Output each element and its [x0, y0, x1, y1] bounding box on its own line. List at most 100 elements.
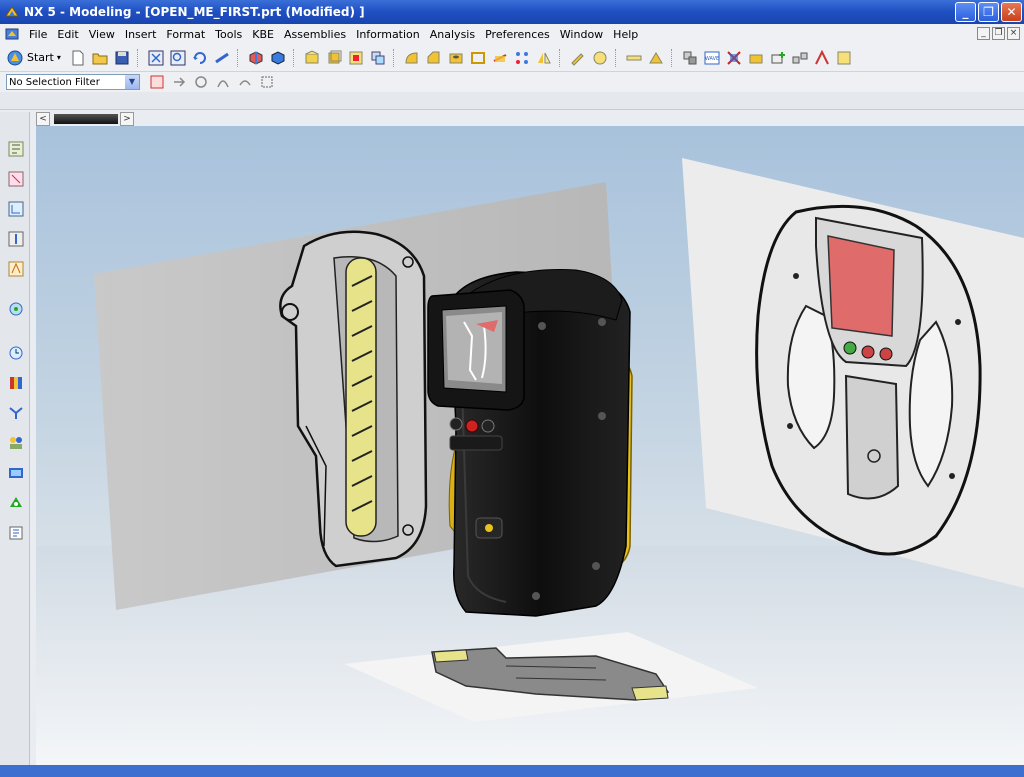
show-hide-icon[interactable]: [192, 73, 210, 91]
active-part-tab[interactable]: [54, 114, 118, 124]
save-icon[interactable]: [113, 49, 131, 67]
menu-file[interactable]: File: [24, 28, 52, 41]
edit-feature-icon[interactable]: [569, 49, 587, 67]
svg-text:WAVE: WAVE: [705, 56, 719, 62]
exploded-view-icon[interactable]: [791, 49, 809, 67]
selection-filter-dropdown[interactable]: No Selection Filter ▼: [6, 74, 140, 90]
measure-distance-icon[interactable]: [625, 49, 643, 67]
roles-icon[interactable]: [7, 434, 25, 452]
menu-information[interactable]: Information: [351, 28, 425, 41]
menu-window[interactable]: Window: [555, 28, 608, 41]
start-button[interactable]: Start ▾: [6, 49, 61, 67]
menu-edit[interactable]: Edit: [52, 28, 83, 41]
close-button[interactable]: ✕: [1001, 2, 1022, 22]
device-3d-model[interactable]: [427, 269, 633, 617]
doc-restore-button[interactable]: ❐: [992, 27, 1005, 40]
resource-bar: [0, 112, 30, 765]
title-bar: NX 5 - Modeling - [OPEN_ME_FIRST.prt (Mo…: [0, 0, 1024, 24]
toolbar-separator: [292, 48, 299, 67]
start-label: Start: [27, 51, 54, 64]
extrude-icon[interactable]: [325, 49, 343, 67]
toolbar-separator: [670, 48, 677, 67]
pattern-icon[interactable]: [513, 49, 531, 67]
reuse-library-icon[interactable]: [7, 230, 25, 248]
menu-preferences[interactable]: Preferences: [480, 28, 555, 41]
window-title: NX 5 - Modeling - [OPEN_ME_FIRST.prt (Mo…: [24, 5, 365, 19]
snap-point-icon[interactable]: [214, 73, 232, 91]
menu-analysis[interactable]: Analysis: [425, 28, 480, 41]
toolbar-separator: [614, 48, 621, 67]
doc-minimize-button[interactable]: _: [977, 27, 990, 40]
fit-icon[interactable]: [147, 49, 165, 67]
status-bar: [0, 765, 1024, 777]
system-materials-icon[interactable]: [7, 374, 25, 392]
menu-assemblies[interactable]: Assemblies: [279, 28, 351, 41]
add-component-icon[interactable]: [769, 49, 787, 67]
minimize-button[interactable]: _: [955, 2, 976, 22]
toolbar-separator: [392, 48, 399, 67]
tab-next-button[interactable]: >: [120, 112, 134, 126]
blend-icon[interactable]: [403, 49, 421, 67]
chevron-down-icon: ▼: [125, 75, 139, 89]
select-arrow-icon[interactable]: [170, 73, 188, 91]
hole-icon[interactable]: [447, 49, 465, 67]
doc-close-button[interactable]: ×: [1007, 27, 1020, 40]
menu-tools[interactable]: Tools: [210, 28, 247, 41]
part-icon[interactable]: [4, 26, 20, 42]
clearance-icon[interactable]: [813, 49, 831, 67]
assembly-navigator-icon[interactable]: [7, 140, 25, 158]
open-folder-icon[interactable]: [91, 49, 109, 67]
start-icon: [7, 50, 23, 65]
visualization-icon[interactable]: [7, 464, 25, 482]
selection-filter-value: No Selection Filter: [9, 76, 100, 88]
toolbar-separator: [558, 48, 565, 67]
web-browser-icon[interactable]: [7, 300, 25, 318]
menu-help[interactable]: Help: [608, 28, 643, 41]
trim-icon[interactable]: [491, 49, 509, 67]
menu-insert[interactable]: Insert: [120, 28, 162, 41]
analysis-icon[interactable]: [647, 49, 665, 67]
3d-scene: [36, 158, 1024, 765]
menu-format[interactable]: Format: [161, 28, 210, 41]
training-icon[interactable]: [7, 524, 25, 542]
view-orient-icon[interactable]: [247, 49, 265, 67]
part-navigator-icon[interactable]: [7, 200, 25, 218]
shell-icon[interactable]: [469, 49, 487, 67]
menu-kbe[interactable]: KBE: [247, 28, 279, 41]
new-file-icon[interactable]: [69, 49, 87, 67]
chamfer-icon[interactable]: [425, 49, 443, 67]
system-scenes-icon[interactable]: [7, 404, 25, 422]
sequence-icon[interactable]: [835, 49, 853, 67]
constraint-icon[interactable]: [725, 49, 743, 67]
component-icon[interactable]: [747, 49, 765, 67]
tab-prev-button[interactable]: <: [36, 112, 50, 126]
process-studio-icon[interactable]: [7, 494, 25, 512]
hd3d-tools-icon[interactable]: [7, 260, 25, 278]
constraint-navigator-icon[interactable]: [7, 170, 25, 188]
feature-icon[interactable]: [347, 49, 365, 67]
menu-view[interactable]: View: [84, 28, 120, 41]
snap-curve-icon[interactable]: [236, 73, 254, 91]
graphics-window[interactable]: [36, 126, 1024, 765]
wave-icon[interactable]: WAVE: [703, 49, 721, 67]
front-view-drawing-plane: [682, 158, 1024, 588]
assembly-icon[interactable]: [681, 49, 699, 67]
history-icon[interactable]: [7, 344, 25, 362]
maximize-button[interactable]: ❐: [978, 2, 999, 22]
toolbar-dock-strip: [0, 92, 1024, 110]
sketch-icon[interactable]: [303, 49, 321, 67]
boolean-icon[interactable]: [369, 49, 387, 67]
zoom-icon[interactable]: [169, 49, 187, 67]
nx-app-icon: [5, 6, 19, 17]
toolbar-separator: [236, 48, 243, 67]
mirror-icon[interactable]: [535, 49, 553, 67]
rotate-icon[interactable]: [191, 49, 209, 67]
move-icon[interactable]: [591, 49, 609, 67]
standard-toolbar: Start ▾ WAVE: [0, 44, 1024, 72]
menu-bar: File Edit View Insert Format Tools KBE A…: [0, 24, 1024, 44]
pan-icon[interactable]: [213, 49, 231, 67]
rectangle-select-icon[interactable]: [258, 73, 276, 91]
type-filter-icon[interactable]: [148, 73, 166, 91]
shaded-icon[interactable]: [269, 49, 287, 67]
view-tab-strip: < >: [36, 112, 136, 126]
